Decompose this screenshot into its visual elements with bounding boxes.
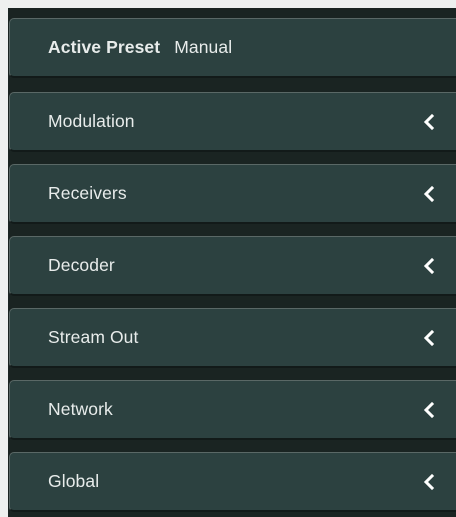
chevron-left-icon[interactable] [422,185,436,202]
active-preset-panel: Active Preset Manual [9,18,456,78]
section-network[interactable]: Network [9,380,456,440]
section-label: Modulation [48,111,135,131]
section-label: Global [48,471,100,491]
section-label: Decoder [48,255,115,275]
section-receivers[interactable]: Receivers [9,164,456,224]
section-global[interactable]: Global [9,452,456,512]
chevron-left-icon[interactable] [422,329,436,346]
chevron-left-icon[interactable] [422,473,436,490]
section-stream-out[interactable]: Stream Out [9,308,456,368]
chevron-left-icon[interactable] [422,401,436,418]
active-preset-value: Manual [174,37,233,57]
chevron-left-icon[interactable] [422,113,436,130]
section-label: Stream Out [48,327,139,347]
section-decoder[interactable]: Decoder [9,236,456,296]
section-label: Network [48,399,113,419]
section-modulation[interactable]: Modulation [9,92,456,152]
chevron-left-icon[interactable] [422,257,436,274]
section-label: Receivers [48,183,127,203]
active-preset-row: Active Preset Manual [48,19,232,76]
active-preset-label: Active Preset [48,37,161,57]
